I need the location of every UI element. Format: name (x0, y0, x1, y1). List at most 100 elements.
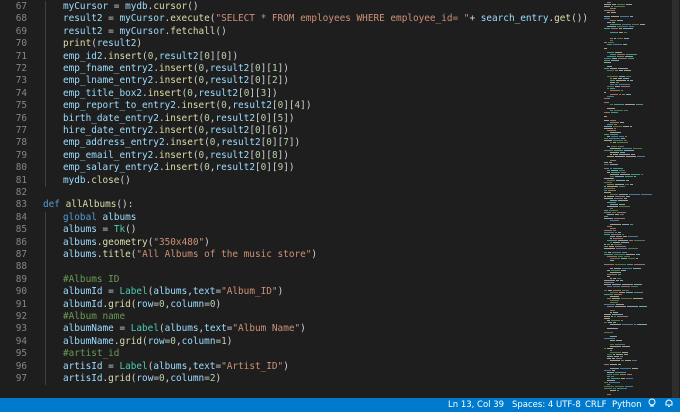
minimap-line (630, 224, 633, 225)
language-mode[interactable]: Python (612, 398, 641, 412)
minimap-line (636, 258, 638, 259)
indentation-setting[interactable]: Spaces: 4 (512, 398, 553, 412)
minimap-line (615, 344, 625, 345)
code-token: emp_lname_entry2 (63, 75, 154, 87)
minimap-line (607, 256, 617, 257)
minimap-line (619, 70, 623, 71)
feedback-icon[interactable] (647, 398, 657, 412)
code-token: result2 (209, 149, 250, 161)
minimap-line (624, 198, 627, 199)
code-token: grid (108, 373, 131, 384)
minimap-line (637, 324, 647, 325)
code-text: #artist_id (63, 348, 119, 360)
minimap-line (607, 56, 616, 57)
minimap-line (604, 98, 610, 99)
code-token: albumName (63, 323, 114, 335)
code-token: ()) (571, 13, 588, 25)
code-editor[interactable]: 67 myCursor = mydb.cursor() 68 result2 = my… (0, 0, 600, 398)
code-token: row (147, 335, 165, 347)
code-token: ]) (283, 162, 295, 174)
minimap-line (610, 110, 613, 111)
code-text: emp_salary_entry2.insert(0,result2[0][9]… (63, 162, 295, 174)
notifications-bell-icon[interactable] (664, 398, 674, 412)
minimap-line (614, 6, 625, 7)
minimap-line (604, 234, 610, 235)
code-line: 70 print(result2) (0, 38, 600, 51)
code-text: #Albums ID (63, 274, 119, 286)
minimap-line (614, 38, 616, 39)
minimap-line (610, 32, 618, 33)
minimap[interactable] (600, 0, 680, 398)
code-token: result2 (63, 13, 103, 25)
minimap-line (607, 380, 615, 381)
minimap-line (618, 232, 621, 233)
code-token: ][ (209, 50, 222, 62)
minimap-line (612, 298, 620, 299)
minimap-line (604, 178, 614, 179)
code-token: ]) (277, 125, 289, 136)
code-token: result2 (63, 25, 103, 37)
minimap-line (612, 58, 617, 59)
code-token: text (192, 286, 216, 298)
minimap-line (614, 356, 619, 357)
minimap-line (610, 292, 618, 293)
minimap-line (630, 184, 633, 185)
code-token: geometry (102, 236, 148, 248)
encoding-setting[interactable]: UTF-8 (556, 398, 581, 412)
code-line: 67 myCursor = mydb.cursor() (0, 1, 600, 14)
minimap-line (607, 108, 615, 109)
minimap-line (604, 314, 611, 315)
minimap-line (625, 136, 627, 137)
minimap-line (621, 86, 630, 87)
code-text: emp_email_entry2.insert(0,result2[0][8]) (63, 150, 289, 162)
minimap-line (604, 218, 613, 219)
minimap-line (610, 224, 621, 225)
code-text: albumId.grid(row=0,column=0) (63, 299, 221, 311)
minimap-line (610, 148, 621, 149)
minimap-line (611, 112, 618, 113)
minimap-line (610, 346, 621, 347)
minimap-line (615, 232, 617, 233)
minimap-line (619, 28, 622, 29)
code-line: 81 mydb.close() (0, 174, 600, 187)
minimap-line (623, 28, 633, 29)
minimap-line (610, 296, 619, 297)
minimap-line (620, 152, 625, 153)
code-token: execute (170, 13, 210, 25)
code-text: birth_date_entry2.insert(0,result2[0][5]… (63, 113, 295, 125)
minimap-line (607, 306, 614, 307)
minimap-line (613, 126, 622, 127)
minimap-line (610, 236, 615, 237)
line-ending-setting[interactable]: CRLF (585, 398, 606, 412)
minimap-line (611, 244, 613, 245)
minimap-line (619, 32, 623, 33)
minimap-line (604, 48, 607, 49)
minimap-line (611, 28, 618, 29)
cursor-position[interactable]: Ln 13, Col 39 (448, 398, 504, 412)
minimap-line (634, 284, 642, 285)
minimap-line (624, 256, 630, 257)
minimap-line (604, 216, 608, 217)
minimap-line (604, 370, 611, 371)
code-text: emp_fname_entry2.insert(0,result2[0][1]) (63, 63, 289, 75)
minimap-line (604, 188, 615, 189)
indent-guide (45, 323, 46, 336)
minimap-line (612, 314, 623, 315)
minimap-line (620, 214, 624, 215)
code-line: 73 emp_lname_entry2.insert(0,result2[0][2… (0, 75, 600, 88)
minimap-line (636, 104, 643, 105)
code-token: albums (164, 323, 199, 335)
indent-guide (45, 75, 46, 88)
minimap-line (621, 90, 623, 91)
code-line: 71 emp_id2.insert(0,result2[0][0]) (0, 50, 600, 63)
code-token: text (192, 360, 216, 372)
minimap-line (626, 196, 630, 197)
minimap-line (634, 264, 645, 265)
vertical-scrollbar[interactable] (672, 0, 679, 398)
minimap-line (637, 156, 645, 157)
line-number: 79 (15, 149, 27, 161)
minimap-line (607, 378, 610, 379)
minimap-line (621, 378, 625, 379)
minimap-line (610, 268, 613, 269)
code-line: 83 def allAlbums(): (0, 199, 600, 211)
